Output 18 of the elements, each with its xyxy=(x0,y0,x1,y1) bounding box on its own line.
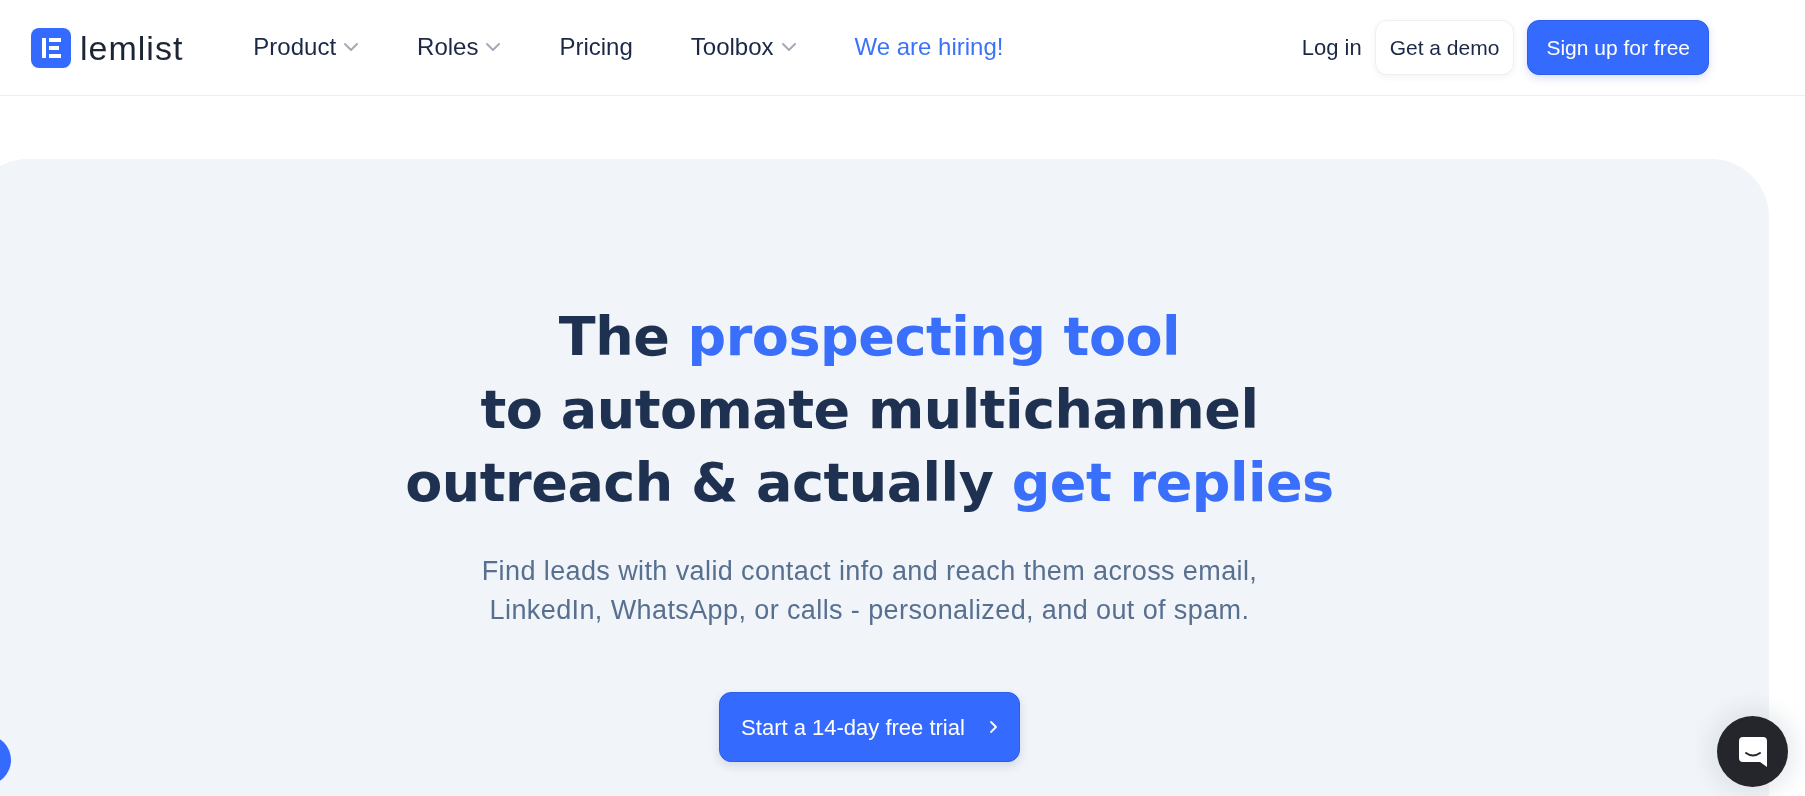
trial-button[interactable]: Start a 14-day free trial xyxy=(719,692,1020,762)
chat-icon xyxy=(1738,736,1767,767)
brand-name[interactable]: lemlist xyxy=(80,30,184,65)
nav-menu-item[interactable]: Product xyxy=(253,33,360,62)
nav-link-item[interactable]: Pricing xyxy=(559,33,633,62)
nav-link-item[interactable]: We are hiring! xyxy=(854,33,1004,62)
chevron-right-icon xyxy=(988,720,998,734)
nav-menu-item[interactable]: Toolbox xyxy=(690,33,797,62)
logo-icon xyxy=(31,27,71,68)
chevron-down-icon xyxy=(343,42,360,53)
hero-headline: The prospecting tool to automate multichannel outreach & actually get replies xyxy=(404,304,1335,516)
demo-button[interactable]: Get a demo xyxy=(1374,20,1515,75)
signup-button[interactable]: Sign up for free xyxy=(1527,20,1709,75)
login-link[interactable]: Log in xyxy=(1301,31,1362,64)
chevron-down-icon xyxy=(780,42,797,53)
nav-menu-item[interactable]: Roles xyxy=(417,33,502,62)
hero-subtitle: Find leads with valid contact info and reach them across email, LinkedIn, WhatsApp, or calls - personalized, and out of spam. xyxy=(480,555,1259,627)
chevron-down-icon xyxy=(485,42,502,53)
